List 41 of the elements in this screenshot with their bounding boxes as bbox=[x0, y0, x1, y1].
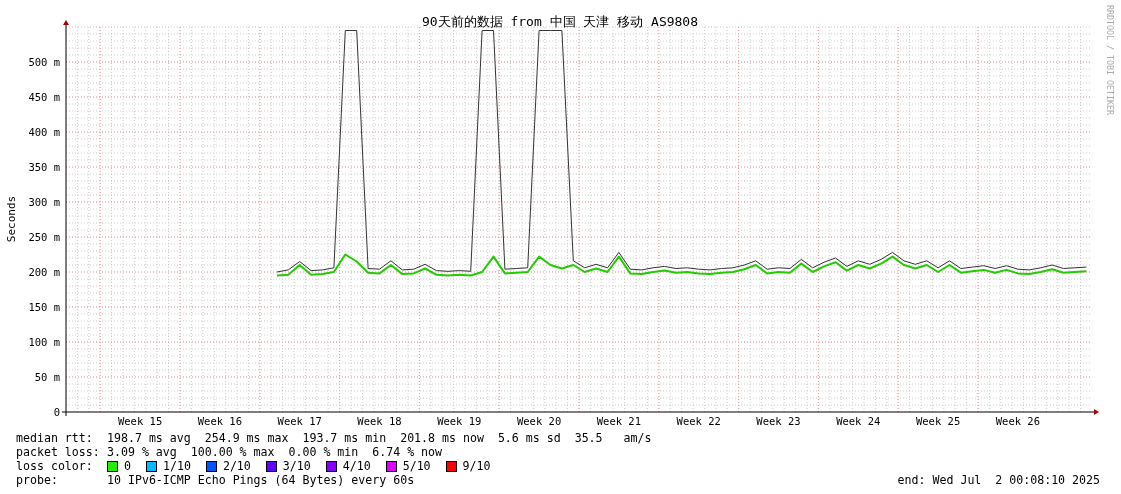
tick-label: Week 22 bbox=[676, 415, 721, 427]
legend-text: 4/10 bbox=[342, 459, 371, 473]
tick-label: Week 19 bbox=[437, 415, 482, 427]
end-time: end: Wed Jul 2 00:08:10 2025 bbox=[897, 473, 1100, 487]
legend-label: loss color: bbox=[16, 459, 94, 473]
tick-label: 450 m bbox=[28, 91, 60, 103]
tick-label: Week 17 bbox=[277, 415, 322, 427]
tick-label: 0 bbox=[53, 406, 60, 418]
tick-label: 350 m bbox=[28, 161, 60, 173]
axis-label: Seconds bbox=[5, 195, 18, 243]
tick-label: 500 m bbox=[28, 56, 60, 68]
tick-label: Week 24 bbox=[836, 415, 881, 427]
legend-text: 9/10 bbox=[462, 459, 491, 473]
tick-label: 300 m bbox=[28, 196, 60, 208]
credit-text: RRDTOOL / TOBI OETIKER bbox=[1105, 5, 1115, 115]
tick-label: Week 16 bbox=[197, 415, 243, 427]
legend-values: 198.7 ms avg 254.9 ms max 193.7 ms min 201.8 ms now 5.6 ms sd 35.5 am/s bbox=[107, 431, 652, 445]
tick-label: 200 m bbox=[28, 266, 60, 278]
tick-label: Week 18 bbox=[357, 415, 402, 427]
tick-label: Week 21 bbox=[596, 415, 642, 427]
legend-text: 1/10 bbox=[163, 459, 191, 473]
tick-label: 150 m bbox=[28, 301, 60, 313]
legend-label: probe: bbox=[16, 473, 59, 487]
legend-text: 5/10 bbox=[402, 459, 431, 473]
tick-label: Week 15 bbox=[117, 415, 163, 427]
tick-label: Week 23 bbox=[756, 415, 801, 427]
tick-label: Week 20 bbox=[516, 415, 562, 427]
legend-values: 10 IPv6-ICMP Echo Pings (64 Bytes) every 60s bbox=[107, 473, 415, 487]
chart-title: 90天前的数据 from 中国 天津 移动 AS9808 bbox=[421, 14, 699, 29]
legend-text: 0 bbox=[124, 459, 131, 473]
tick-label: 50 m bbox=[34, 371, 60, 383]
tick-label: 250 m bbox=[28, 231, 60, 243]
legend-label: median rtt: bbox=[16, 431, 94, 445]
legend-text: 3/10 bbox=[282, 459, 311, 473]
tick-label: 400 m bbox=[28, 126, 60, 138]
legend-values: 3.09 % avg 100.00 % max 0.00 % min 6.74 % now bbox=[107, 445, 443, 459]
tick-label: Week 25 bbox=[915, 415, 961, 427]
legend-text: 2/10 bbox=[222, 459, 251, 473]
legend-label: packet loss: bbox=[16, 445, 101, 459]
tick-label: 100 m bbox=[28, 336, 60, 348]
tick-label: Week 26 bbox=[995, 415, 1041, 427]
